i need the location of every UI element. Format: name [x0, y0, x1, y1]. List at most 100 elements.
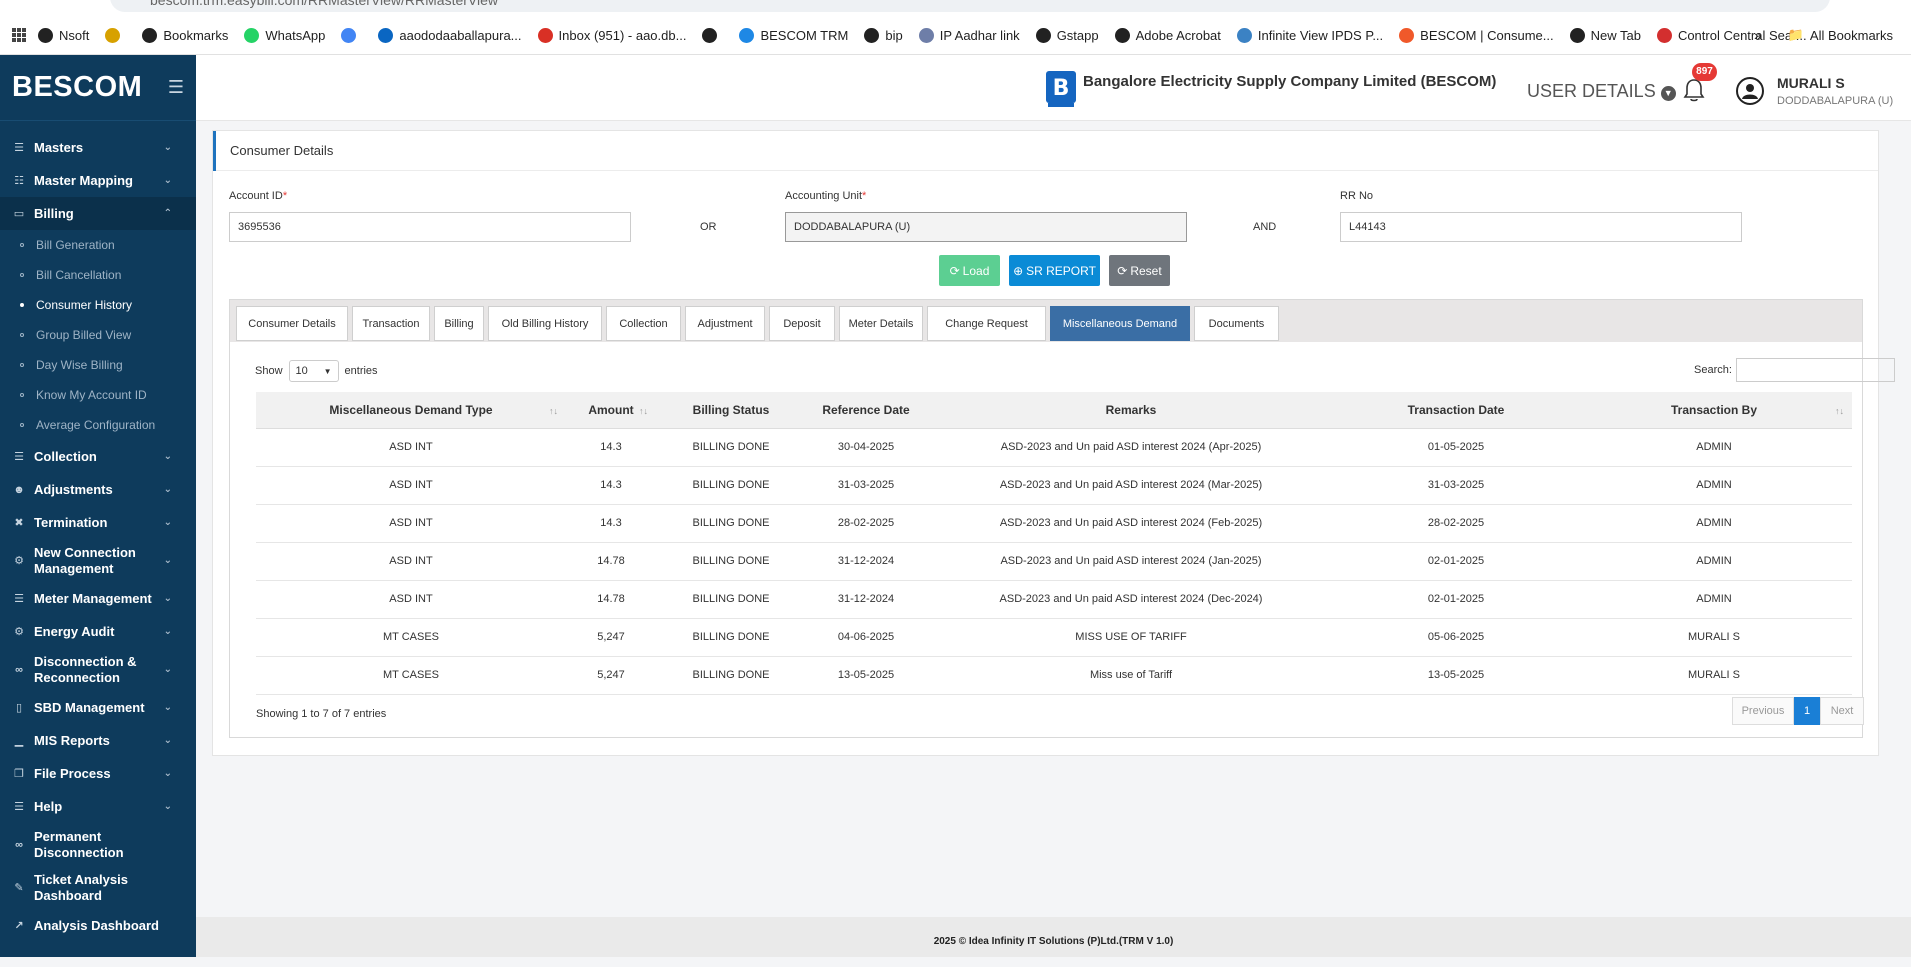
more-bookmarks-chevron[interactable]: » — [1754, 27, 1762, 43]
sidebar-item-label: New Connection Management — [34, 544, 136, 576]
bookmark-label: bip — [885, 27, 903, 43]
line-chart-icon: ↗ — [14, 920, 24, 932]
gear-icon: ⚙ — [14, 554, 24, 567]
bookmark-item[interactable]: Bookmarks — [142, 27, 228, 43]
tab-change-request[interactable]: Change Request — [927, 306, 1046, 341]
bookmark-favicon-icon — [739, 27, 755, 43]
sidebar-item-label: Adjustments — [34, 482, 113, 497]
bookmark-favicon-icon — [1236, 27, 1252, 43]
user-avatar-icon[interactable] — [1736, 77, 1764, 105]
sidebar-item-masters[interactable]: ☰ Masters ⌄ — [0, 131, 196, 164]
sidebar-item-help[interactable]: ☰ Help ⌄ — [0, 790, 196, 823]
card-header: Consumer Details — [213, 131, 1878, 171]
bookmark-item[interactable]: aaododaaballapura... — [378, 27, 522, 43]
bookmark-item[interactable]: New Tab — [1569, 27, 1641, 43]
next-page-button[interactable]: Next — [1820, 697, 1864, 725]
sidebar-item-energy-audit[interactable]: ⚙ Energy Audit ⌄ — [0, 615, 196, 648]
table-info: Showing 1 to 7 of 7 entries — [256, 708, 387, 720]
sidebar-subitem-label: Bill Cancellation — [36, 268, 122, 282]
bookmark-item[interactable]: Nsoft — [38, 27, 89, 43]
table-cell: ADMIN — [1576, 542, 1852, 581]
sidebar-item-sbd-management[interactable]: ▯ SBD Management ⌄ — [0, 691, 196, 724]
table-cell: 13-05-2025 — [806, 656, 926, 695]
tab-billing[interactable]: Billing — [434, 306, 484, 341]
bookmark-item[interactable]: WhatsApp — [244, 27, 325, 43]
column-header[interactable]: Billing Status — [656, 392, 806, 429]
bookmark-item[interactable]: Infinite View IPDS P... — [1236, 27, 1383, 43]
sidebar-item-label: Analysis Dashboard — [34, 918, 159, 933]
sidebar-item-new-connection-management[interactable]: ⚙ New Connection Management ⌄ — [0, 539, 196, 582]
accounting-unit-select[interactable]: DODDABALAPURA (U) — [785, 212, 1187, 242]
sidebar-item-label: Termination — [34, 515, 108, 530]
bookmark-item[interactable] — [702, 27, 723, 43]
sidebar-item-meter-management[interactable]: ☰ Meter Management ⌄ — [0, 582, 196, 615]
tab-transaction[interactable]: Transaction — [352, 306, 430, 341]
sidebar-subitem-bill-cancellation[interactable]: Bill Cancellation — [0, 260, 196, 290]
tab-old-billing-history[interactable]: Old Billing History — [488, 306, 602, 341]
bookmark-item[interactable]: Gstapp — [1035, 27, 1099, 43]
bookmark-item[interactable] — [105, 27, 126, 43]
table-cell: MISS USE OF TARIFF — [926, 618, 1336, 657]
column-header[interactable]: Transaction By ↑↓ — [1576, 392, 1852, 429]
tab-collection[interactable]: Collection — [606, 306, 681, 341]
tab-meter-details[interactable]: Meter Details — [839, 306, 923, 341]
sidebar-subitem-bill-generation[interactable]: Bill Generation — [0, 230, 196, 260]
column-header[interactable]: Transaction Date — [1336, 392, 1576, 429]
bookmark-item[interactable] — [341, 27, 362, 43]
sr-report-button[interactable]: ⊕ SR REPORT — [1009, 255, 1100, 286]
tab-consumer-details[interactable]: Consumer Details — [236, 306, 348, 341]
load-button[interactable]: ⟳ Load — [939, 255, 1000, 286]
column-header[interactable]: Amount ↑↓ — [566, 392, 656, 429]
sidebar-item-disconnection-reconnection[interactable]: ∞ Disconnection & Reconnection ⌄ — [0, 648, 196, 691]
bookmark-item[interactable]: Adobe Acrobat — [1114, 27, 1221, 43]
sidebar-item-permanent-disconnection[interactable]: ∞ Permanent Disconnection — [0, 823, 196, 866]
all-bookmarks-link[interactable]: All Bookmarks — [1810, 28, 1893, 43]
tab-miscellaneous-demand[interactable]: Miscellaneous Demand — [1050, 306, 1190, 341]
table-cell: 02-01-2025 — [1336, 580, 1576, 619]
chevron-circle-down-icon: ▼ — [1660, 86, 1676, 101]
reset-button[interactable]: ⟳ Reset — [1109, 255, 1170, 286]
sidebar-subitem-group-billed-view[interactable]: Group Billed View — [0, 320, 196, 350]
hamburger-menu-icon[interactable]: ☰ — [168, 77, 184, 98]
sidebar-item-billing[interactable]: ▭ Billing ⌃ — [0, 197, 196, 230]
sidebar-subitem-consumer-history[interactable]: Consumer History — [0, 290, 196, 320]
sidebar-item-master-mapping[interactable]: ☷ Master Mapping ⌄ — [0, 164, 196, 197]
table-cell: MT CASES — [256, 656, 566, 695]
sidebar-item-adjustments[interactable]: ☻ Adjustments ⌄ — [0, 473, 196, 506]
tab-deposit[interactable]: Deposit — [769, 306, 835, 341]
user-details-dropdown[interactable]: USER DETAILS ▼ — [1527, 81, 1676, 102]
sidebar-item-analysis-dashboard[interactable]: ↗ Analysis Dashboard — [0, 909, 196, 942]
address-bar[interactable]: bescom.trm.easybill.com/RRMasterView/RRM… — [110, 0, 1830, 12]
search-input[interactable] — [1736, 358, 1895, 382]
column-header[interactable]: Miscellaneous Demand Type ↑↓ — [256, 392, 566, 429]
rr-no-input[interactable]: L44143 — [1340, 212, 1742, 242]
bullet-icon — [20, 333, 24, 337]
sidebar-item-termination[interactable]: ✖ Termination ⌄ — [0, 506, 196, 539]
table-cell: ADMIN — [1576, 504, 1852, 543]
apps-grid-icon[interactable] — [12, 28, 26, 42]
tab-adjustment[interactable]: Adjustment — [685, 306, 765, 341]
previous-page-button[interactable]: Previous — [1732, 697, 1794, 725]
sidebar-item-mis-reports[interactable]: ▁ MIS Reports ⌄ — [0, 724, 196, 757]
bookmark-item[interactable]: IP Aadhar link — [918, 27, 1020, 43]
account-id-input[interactable]: 3695536 — [229, 212, 631, 242]
bookmark-item[interactable]: BESCOM TRM — [739, 27, 848, 43]
page-1-button[interactable]: 1 — [1794, 697, 1820, 725]
users-icon: ☻ — [13, 483, 25, 496]
bookmark-item[interactable]: BESCOM | Consume... — [1399, 27, 1554, 43]
sidebar-item-collection[interactable]: ☰ Collection ⌄ — [0, 440, 196, 473]
sidebar-subitem-know-my-account-id[interactable]: Know My Account ID — [0, 380, 196, 410]
table-cell: ADMIN — [1576, 428, 1852, 467]
sidebar-subitem-average-configuration[interactable]: Average Configuration — [0, 410, 196, 440]
sidebar-item-ticket-analysis-dashboard[interactable]: ✎ Ticket Analysis Dashboard — [0, 866, 196, 909]
sidebar-subitem-day-wise-billing[interactable]: Day Wise Billing — [0, 350, 196, 380]
tab-documents[interactable]: Documents — [1194, 306, 1279, 341]
column-header[interactable]: Remarks — [926, 392, 1336, 429]
sidebar-item-file-process[interactable]: ❐ File Process ⌄ — [0, 757, 196, 790]
column-header[interactable]: Reference Date — [806, 392, 926, 429]
entries-select[interactable]: 10 ▼ — [288, 360, 339, 382]
bookmark-item[interactable]: bip — [864, 27, 903, 43]
bookmark-item[interactable]: Inbox (951) - aao.db... — [537, 27, 686, 43]
chevron-down-icon: ⌄ — [163, 517, 172, 528]
bullet-icon — [20, 363, 24, 367]
